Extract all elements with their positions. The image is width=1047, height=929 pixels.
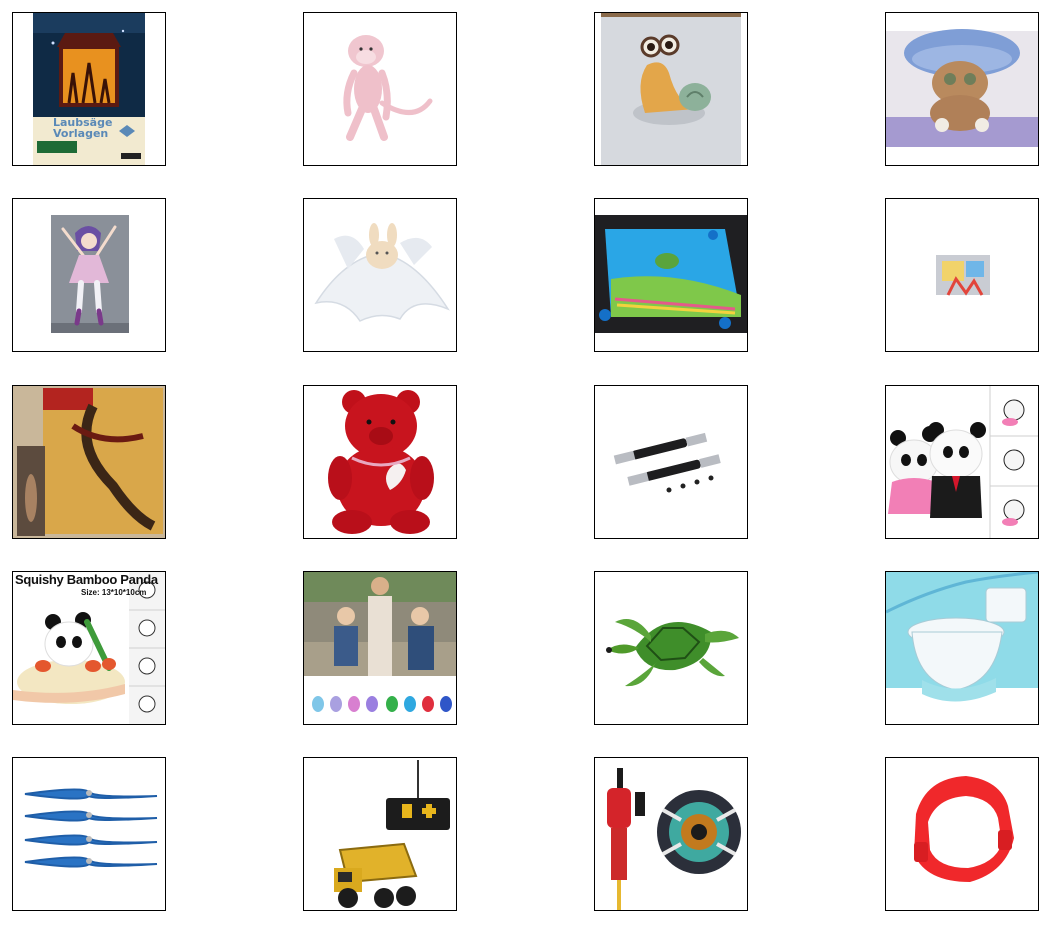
- panda-size-text: Size: 13*10*10cm: [81, 588, 147, 597]
- frog-comforter-image: [595, 215, 747, 333]
- grid-image-rc-drive-shafts: [594, 385, 748, 539]
- sea-turtle-image: [606, 619, 739, 687]
- panda-product-title: Squishy Bamboo Panda: [15, 572, 158, 587]
- lantern-image: [33, 13, 145, 165]
- kids-tamagotchi-image: [304, 572, 456, 724]
- lantern-caption-line2: Vorlagen: [53, 127, 109, 140]
- grid-image-red-teddy-bear: [303, 385, 457, 539]
- grid-image-squishy-bamboo-panda: Squishy Bamboo Panda Size: 13*10*10cm: [12, 571, 166, 725]
- grid-image-pink-plush-monkey: [303, 12, 457, 166]
- grid-image-marvel-figure-box: [12, 385, 166, 539]
- mushroom-creature-image: [886, 29, 1038, 147]
- grid-image-bunny-comforter-blanket: [303, 198, 457, 352]
- red-bear-image: [328, 390, 434, 534]
- grid-image-anime-girl-figure: [12, 198, 166, 352]
- grid-image-blue-propellers: [12, 757, 166, 911]
- grid-image-blue-frog-comforter: [594, 198, 748, 352]
- potty-image: [886, 572, 1038, 724]
- propellers-image: [24, 788, 158, 868]
- grid-image-red-potty-ring: [885, 757, 1039, 911]
- grid-image-beyblade-launcher: [594, 757, 748, 911]
- pink-monkey-image: [343, 35, 433, 141]
- snail-image: [601, 13, 741, 165]
- grid-image-sea-turtle-toy: [594, 571, 748, 725]
- drive-shafts-image: [613, 432, 721, 493]
- grid-image-small-toy-set: [885, 198, 1039, 352]
- grid-image-laubsaege-lantern: Laubsäge Vorlagen: [12, 12, 166, 166]
- grid-image-rc-dump-truck: [303, 757, 457, 911]
- toy-set-image: [936, 255, 990, 296]
- anime-figure-image: [51, 215, 129, 333]
- lantern-caption: Laubsäge Vorlagen: [53, 117, 112, 139]
- grid-image-panda-couple-squishy: [885, 385, 1039, 539]
- grid-image-mushroom-hat-creature: [885, 12, 1039, 166]
- grid-image-snail-figurine: [594, 12, 748, 166]
- red-ring-image: [914, 776, 1014, 882]
- panda-couple-image: [888, 386, 1038, 538]
- marvel-box-image: [13, 386, 165, 538]
- bunny-blanket-image: [314, 223, 450, 322]
- grid-image-baby-potty-seat: [885, 571, 1039, 725]
- dump-truck-image: [334, 760, 450, 908]
- grid-image-kids-with-tamagotchi: [303, 571, 457, 725]
- beyblade-image: [607, 768, 741, 910]
